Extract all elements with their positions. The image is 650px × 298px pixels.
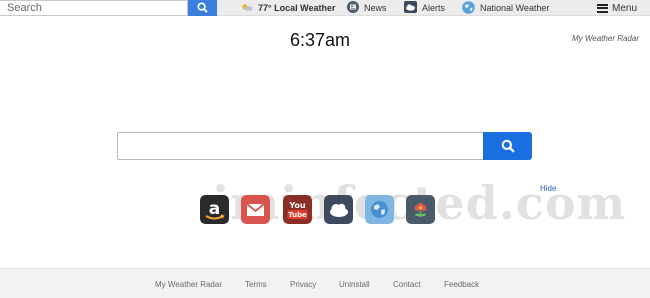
hide-tiles-link[interactable]: Hide [540, 184, 556, 193]
main-search-button[interactable] [483, 132, 532, 160]
nav-local-weather[interactable]: 77° Local Weather [241, 0, 335, 16]
flower-tile[interactable] [406, 195, 435, 224]
nav-news-label: News [364, 3, 387, 13]
search-icon [501, 139, 515, 153]
nav-national-weather[interactable]: National Weather [462, 0, 549, 16]
amazon-icon: a [200, 195, 229, 224]
top-bar: 77° Local Weather News Alerts [0, 0, 650, 16]
nav-news[interactable]: News [347, 0, 387, 16]
globe-icon [462, 0, 475, 16]
nav-national-weather-label: National Weather [480, 3, 550, 13]
footer-link-uninstall[interactable]: Uninstall [339, 280, 370, 289]
hamburger-icon [597, 3, 608, 13]
footer-link-feedback[interactable]: Feedback [444, 280, 479, 289]
footer-link-contact[interactable]: Contact [393, 280, 421, 289]
earth-icon [365, 195, 394, 224]
gmail-tile[interactable] [241, 195, 270, 224]
footer-link-terms[interactable]: Terms [245, 280, 267, 289]
weather-tile[interactable] [324, 195, 353, 224]
newspaper-icon [347, 1, 359, 15]
flower-icon [406, 195, 435, 224]
top-search-input[interactable] [0, 0, 188, 16]
clock: 6:37am [289, 30, 351, 50]
svg-text:You: You [288, 201, 306, 210]
amazon-tile[interactable]: a [200, 195, 229, 224]
youtube-tile[interactable]: You Tube [283, 195, 312, 224]
earth-tile[interactable] [365, 195, 394, 224]
footer-link-privacy[interactable]: Privacy [290, 280, 316, 289]
sun-cloud-icon [241, 3, 253, 13]
nav-alerts-label: Alerts [422, 3, 446, 13]
menu-button[interactable]: Menu [597, 0, 637, 16]
cloud-alert-icon [404, 1, 417, 15]
youtube-icon: You Tube [283, 195, 312, 224]
top-search-button[interactable] [188, 0, 217, 16]
nav-local-weather-label: 77° Local Weather [258, 3, 336, 13]
menu-label: Menu [612, 2, 638, 14]
nav-alerts[interactable]: Alerts [404, 0, 445, 16]
svg-text:a: a [209, 199, 220, 219]
gmail-icon [241, 195, 270, 224]
search-icon [197, 2, 208, 13]
main-search-input[interactable] [117, 132, 484, 160]
svg-text:Tube: Tube [288, 211, 307, 219]
brand-logo[interactable]: My Weather Radar [572, 34, 639, 43]
cloud-icon [324, 195, 353, 224]
footer-link-my-weather-radar[interactable]: My Weather Radar [155, 280, 222, 289]
footer: My Weather Radar Terms Privacy Uninstall… [0, 268, 650, 298]
